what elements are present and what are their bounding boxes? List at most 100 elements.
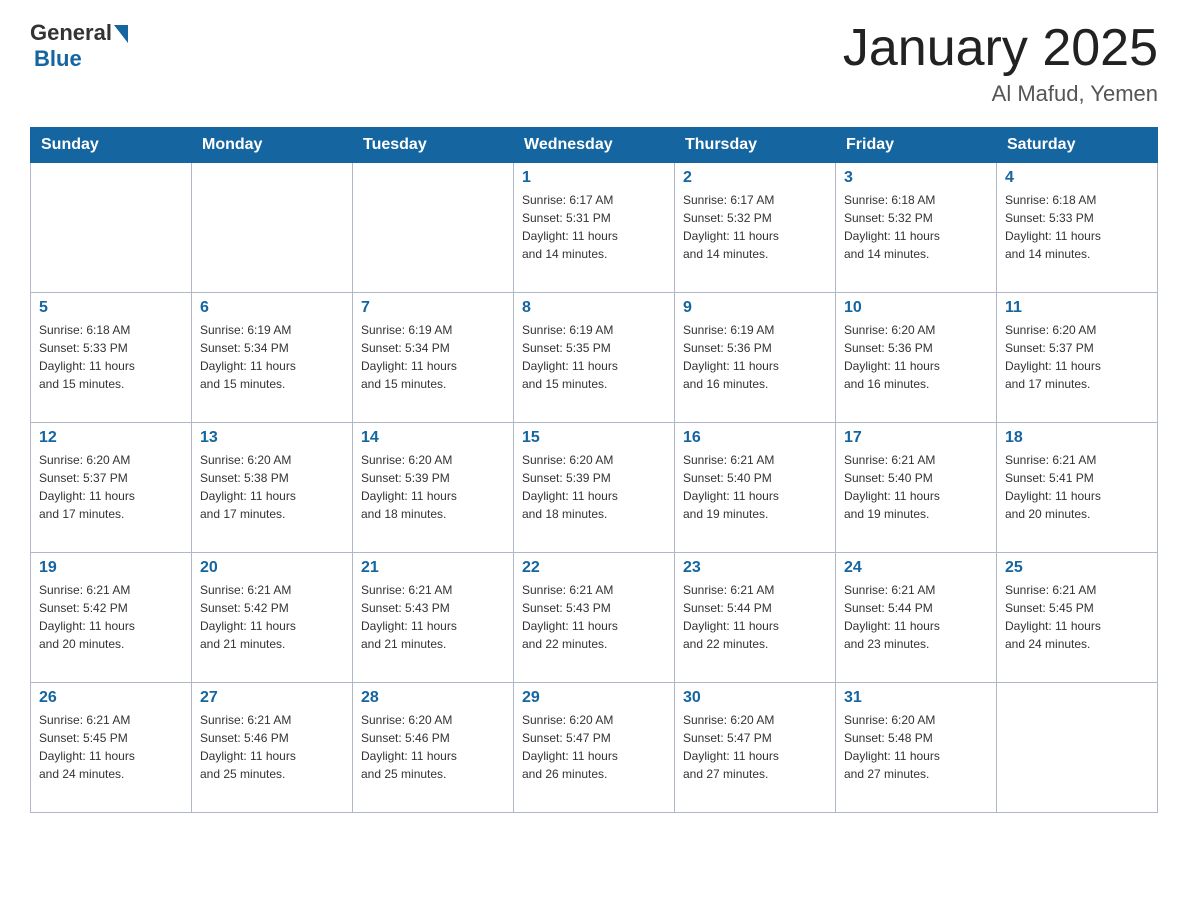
day-number: 24 <box>844 559 988 577</box>
table-row: 18 Sunrise: 6:21 AM Sunset: 5:41 PM Dayli… <box>997 423 1158 553</box>
logo-general-text: General <box>30 20 112 46</box>
day-number: 7 <box>361 299 505 317</box>
table-row: 3 Sunrise: 6:18 AM Sunset: 5:32 PM Daylig… <box>836 163 997 293</box>
day-number: 21 <box>361 559 505 577</box>
col-sunday: Sunday <box>31 128 192 163</box>
col-tuesday: Tuesday <box>353 128 514 163</box>
day-info: Sunrise: 6:20 AM Sunset: 5:38 PM Dayligh… <box>200 451 344 523</box>
day-number: 3 <box>844 169 988 187</box>
day-number: 14 <box>361 429 505 447</box>
day-info: Sunrise: 6:21 AM Sunset: 5:43 PM Dayligh… <box>522 581 666 653</box>
day-number: 31 <box>844 689 988 707</box>
day-number: 10 <box>844 299 988 317</box>
col-thursday: Thursday <box>675 128 836 163</box>
day-info: Sunrise: 6:18 AM Sunset: 5:33 PM Dayligh… <box>1005 191 1149 263</box>
day-number: 20 <box>200 559 344 577</box>
day-info: Sunrise: 6:20 AM Sunset: 5:47 PM Dayligh… <box>522 711 666 783</box>
day-number: 11 <box>1005 299 1149 317</box>
table-row: 1 Sunrise: 6:17 AM Sunset: 5:31 PM Daylig… <box>514 163 675 293</box>
day-info: Sunrise: 6:20 AM Sunset: 5:48 PM Dayligh… <box>844 711 988 783</box>
logo: General Blue <box>30 20 128 72</box>
day-number: 22 <box>522 559 666 577</box>
page-header: General Blue January 2025 Al Mafud, Yeme… <box>30 20 1158 107</box>
calendar-week-row: 1 Sunrise: 6:17 AM Sunset: 5:31 PM Daylig… <box>31 163 1158 293</box>
day-info: Sunrise: 6:21 AM Sunset: 5:44 PM Dayligh… <box>844 581 988 653</box>
logo-triangle-icon <box>114 25 128 43</box>
col-friday: Friday <box>836 128 997 163</box>
day-number: 26 <box>39 689 183 707</box>
day-info: Sunrise: 6:19 AM Sunset: 5:36 PM Dayligh… <box>683 321 827 393</box>
table-row <box>997 683 1158 813</box>
day-info: Sunrise: 6:19 AM Sunset: 5:34 PM Dayligh… <box>200 321 344 393</box>
table-row: 24 Sunrise: 6:21 AM Sunset: 5:44 PM Dayli… <box>836 553 997 683</box>
day-info: Sunrise: 6:21 AM Sunset: 5:43 PM Dayligh… <box>361 581 505 653</box>
day-info: Sunrise: 6:21 AM Sunset: 5:42 PM Dayligh… <box>200 581 344 653</box>
table-row: 6 Sunrise: 6:19 AM Sunset: 5:34 PM Daylig… <box>192 293 353 423</box>
day-info: Sunrise: 6:19 AM Sunset: 5:35 PM Dayligh… <box>522 321 666 393</box>
table-row: 2Sunrise: 6:17 AM Sunset: 5:32 PM Daylig… <box>675 163 836 293</box>
day-info: Sunrise: 6:21 AM Sunset: 5:41 PM Dayligh… <box>1005 451 1149 523</box>
day-number: 5 <box>39 299 183 317</box>
day-number: 17 <box>844 429 988 447</box>
day-info: Sunrise: 6:18 AM Sunset: 5:32 PM Dayligh… <box>844 191 988 263</box>
table-row: 7 Sunrise: 6:19 AM Sunset: 5:34 PM Daylig… <box>353 293 514 423</box>
day-number: 1 <box>522 169 666 187</box>
table-row: 27 Sunrise: 6:21 AM Sunset: 5:46 PM Dayli… <box>192 683 353 813</box>
col-saturday: Saturday <box>997 128 1158 163</box>
day-info: Sunrise: 6:20 AM Sunset: 5:47 PM Dayligh… <box>683 711 827 783</box>
day-number: 15 <box>522 429 666 447</box>
day-info: Sunrise: 6:21 AM Sunset: 5:45 PM Dayligh… <box>39 711 183 783</box>
table-row <box>353 163 514 293</box>
day-info: Sunrise: 6:21 AM Sunset: 5:44 PM Dayligh… <box>683 581 827 653</box>
calendar-title: January 2025 <box>843 20 1158 77</box>
day-number: 25 <box>1005 559 1149 577</box>
day-number: 30 <box>683 689 827 707</box>
day-info: Sunrise: 6:21 AM Sunset: 5:40 PM Dayligh… <box>844 451 988 523</box>
calendar-table: Sunday Monday Tuesday Wednesday Thursday… <box>30 127 1158 813</box>
day-number: 29 <box>522 689 666 707</box>
col-monday: Monday <box>192 128 353 163</box>
day-number: 13 <box>200 429 344 447</box>
table-row <box>192 163 353 293</box>
day-number: 6 <box>200 299 344 317</box>
calendar-subtitle: Al Mafud, Yemen <box>843 81 1158 107</box>
table-row: 10 Sunrise: 6:20 AM Sunset: 5:36 PM Dayli… <box>836 293 997 423</box>
table-row: 16Sunrise: 6:21 AM Sunset: 5:40 PM Dayli… <box>675 423 836 553</box>
table-row: 19 Sunrise: 6:21 AM Sunset: 5:42 PM Dayli… <box>31 553 192 683</box>
calendar-week-row: 19 Sunrise: 6:21 AM Sunset: 5:42 PM Dayli… <box>31 553 1158 683</box>
table-row: 15 Sunrise: 6:20 AM Sunset: 5:39 PM Dayli… <box>514 423 675 553</box>
day-info: Sunrise: 6:20 AM Sunset: 5:46 PM Dayligh… <box>361 711 505 783</box>
table-row: 12 Sunrise: 6:20 AM Sunset: 5:37 PM Dayli… <box>31 423 192 553</box>
table-row: 23 Sunrise: 6:21 AM Sunset: 5:44 PM Dayli… <box>675 553 836 683</box>
day-number: 28 <box>361 689 505 707</box>
calendar-header-row: Sunday Monday Tuesday Wednesday Thursday… <box>31 128 1158 163</box>
table-row: 22 Sunrise: 6:21 AM Sunset: 5:43 PM Dayli… <box>514 553 675 683</box>
day-number: 12 <box>39 429 183 447</box>
logo-blue-text: Blue <box>34 46 82 72</box>
day-info: Sunrise: 6:20 AM Sunset: 5:36 PM Dayligh… <box>844 321 988 393</box>
table-row: 11 Sunrise: 6:20 AM Sunset: 5:37 PM Dayli… <box>997 293 1158 423</box>
day-info: Sunrise: 6:20 AM Sunset: 5:39 PM Dayligh… <box>522 451 666 523</box>
table-row: 9 Sunrise: 6:19 AM Sunset: 5:36 PM Daylig… <box>675 293 836 423</box>
day-number: 23 <box>683 559 827 577</box>
day-info: Sunrise: 6:18 AM Sunset: 5:33 PM Dayligh… <box>39 321 183 393</box>
table-row <box>31 163 192 293</box>
day-info: Sunrise: 6:19 AM Sunset: 5:34 PM Dayligh… <box>361 321 505 393</box>
day-number: 19 <box>39 559 183 577</box>
table-row: 8 Sunrise: 6:19 AM Sunset: 5:35 PM Daylig… <box>514 293 675 423</box>
table-row: 25Sunrise: 6:21 AM Sunset: 5:45 PM Dayli… <box>997 553 1158 683</box>
table-row: 17 Sunrise: 6:21 AM Sunset: 5:40 PM Dayli… <box>836 423 997 553</box>
day-number: 18 <box>1005 429 1149 447</box>
day-info: Sunrise: 6:17 AM Sunset: 5:31 PM Dayligh… <box>522 191 666 263</box>
day-info: Sunrise: 6:21 AM Sunset: 5:42 PM Dayligh… <box>39 581 183 653</box>
day-info: Sunrise: 6:20 AM Sunset: 5:37 PM Dayligh… <box>1005 321 1149 393</box>
day-number: 16 <box>683 429 827 447</box>
day-number: 9 <box>683 299 827 317</box>
day-number: 27 <box>200 689 344 707</box>
day-number: 8 <box>522 299 666 317</box>
table-row: 21 Sunrise: 6:21 AM Sunset: 5:43 PM Dayli… <box>353 553 514 683</box>
day-info: Sunrise: 6:20 AM Sunset: 5:37 PM Dayligh… <box>39 451 183 523</box>
table-row: 5 Sunrise: 6:18 AM Sunset: 5:33 PM Daylig… <box>31 293 192 423</box>
calendar-week-row: 12 Sunrise: 6:20 AM Sunset: 5:37 PM Dayli… <box>31 423 1158 553</box>
day-info: Sunrise: 6:21 AM Sunset: 5:46 PM Dayligh… <box>200 711 344 783</box>
